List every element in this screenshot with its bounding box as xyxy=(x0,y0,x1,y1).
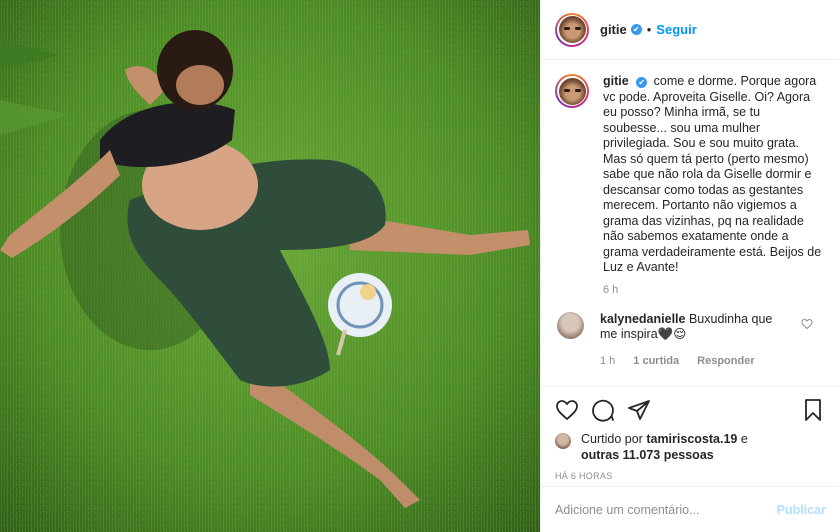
liker-avatar[interactable] xyxy=(555,433,571,449)
liked-by-user[interactable]: tamiriscosta.19 xyxy=(646,432,737,446)
post-photo[interactable] xyxy=(0,0,540,532)
separator-dot: • xyxy=(646,22,652,37)
post-side-panel: gitie ✔ • Seguir gitie ✔ come e dorme. P… xyxy=(540,0,839,532)
comment-likes[interactable]: 1 curtida xyxy=(633,355,679,367)
comments-list[interactable]: gitie ✔ come e dorme. Porque agora vc po… xyxy=(541,60,839,386)
caption-time[interactable]: 6 h xyxy=(603,284,825,296)
caption-username[interactable]: gitie xyxy=(603,74,629,88)
post-actions: Curtido por tamiriscosta.19 e outras 11.… xyxy=(541,386,839,486)
commenter-avatar[interactable] xyxy=(557,311,584,339)
author-username[interactable]: gitie xyxy=(600,22,627,37)
share-icon[interactable] xyxy=(627,398,651,422)
post-time[interactable]: HÁ 6 HORAS xyxy=(555,471,825,481)
caption: gitie ✔ come e dorme. Porque agora vc po… xyxy=(555,74,825,276)
action-icons xyxy=(555,397,825,423)
comment-icon[interactable] xyxy=(591,398,615,422)
post-photo-illustration xyxy=(0,0,540,532)
liked-by-text: Curtido por tamiriscosta.19 e outras 11.… xyxy=(581,431,748,463)
bookmark-icon[interactable] xyxy=(801,398,825,422)
comment-time[interactable]: 1 h xyxy=(600,355,615,367)
comment-item: kalynedanielle Buxudinha que me inspira🖤… xyxy=(555,311,825,343)
caption-body: come e dorme. Porque agora vc pode. Apro… xyxy=(603,74,822,274)
comment-text: kalynedanielle Buxudinha que me inspira🖤… xyxy=(600,312,790,343)
liked-by-others[interactable]: outras 11.073 pessoas xyxy=(581,448,714,462)
liked-by-middle: e xyxy=(740,432,748,446)
follow-button[interactable]: Seguir xyxy=(656,22,696,37)
liked-by: Curtido por tamiriscosta.19 e outras 11.… xyxy=(555,431,825,463)
verified-badge-icon: ✔ xyxy=(630,24,642,35)
caption-author-avatar[interactable] xyxy=(555,74,589,108)
comment-input[interactable] xyxy=(555,502,777,517)
post-header: gitie ✔ • Seguir xyxy=(541,0,839,60)
caption-text: gitie ✔ come e dorme. Porque agora vc po… xyxy=(603,74,825,276)
liked-by-prefix: Curtido por xyxy=(581,432,643,446)
commenter-username[interactable]: kalynedanielle xyxy=(600,312,685,326)
comment-meta: 1 h 1 curtida Responder xyxy=(600,355,825,367)
author-avatar[interactable] xyxy=(555,12,589,47)
comment-like-heart-icon[interactable] xyxy=(801,318,813,330)
publish-button[interactable]: Publicar xyxy=(777,503,826,517)
instagram-post: gitie ✔ • Seguir gitie ✔ come e dorme. P… xyxy=(0,0,839,532)
heart-icon[interactable] xyxy=(555,398,579,422)
verified-badge-icon: ✔ xyxy=(636,77,648,89)
comment-composer: Publicar xyxy=(541,486,839,532)
reply-button[interactable]: Responder xyxy=(697,355,754,367)
